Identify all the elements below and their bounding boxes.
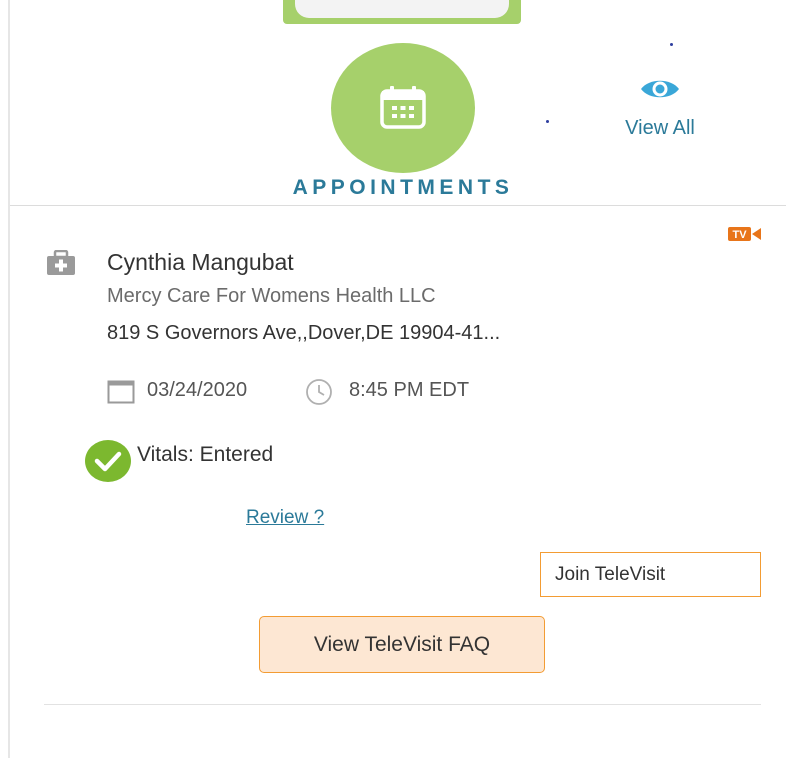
calendar-icon (380, 86, 426, 129)
view-all-label: View All (625, 117, 695, 139)
medical-bag-icon (47, 250, 75, 275)
page-title: APPOINTMENTS (292, 176, 514, 199)
appointments-circle[interactable] (331, 43, 475, 173)
section-divider (10, 205, 786, 206)
eye-icon (641, 80, 679, 98)
appointment-date: 03/24/2020 (147, 379, 248, 401)
review-link[interactable]: Review ? (246, 507, 324, 529)
view-televisit-faq-button[interactable]: View TeleVisit FAQ (259, 616, 545, 673)
televisit-badge-text: TV (732, 229, 747, 241)
view-all-link[interactable]: View All (610, 76, 710, 140)
left-border (8, 0, 10, 758)
address: 819 S Governors Ave,,Dover,DE 19904-41..… (107, 322, 501, 344)
check-circle-icon (85, 440, 131, 482)
televisit-icon: TV (728, 227, 761, 241)
clock-icon (306, 379, 332, 405)
provider-name: Cynthia Mangubat (107, 249, 294, 275)
clinic-name: Mercy Care For Womens Health LLC (107, 285, 436, 307)
date-icon (107, 380, 135, 404)
appointment-time: 8:45 PM EDT (349, 379, 470, 401)
decorative-dot (670, 43, 673, 46)
vitals-status: Vitals: Entered (137, 443, 274, 466)
bottom-divider (44, 704, 761, 705)
decorative-dot (546, 120, 549, 123)
top-tab-inner (295, 0, 509, 18)
join-televisit-button[interactable]: Join TeleVisit (540, 552, 761, 597)
top-tab[interactable] (283, 0, 521, 24)
